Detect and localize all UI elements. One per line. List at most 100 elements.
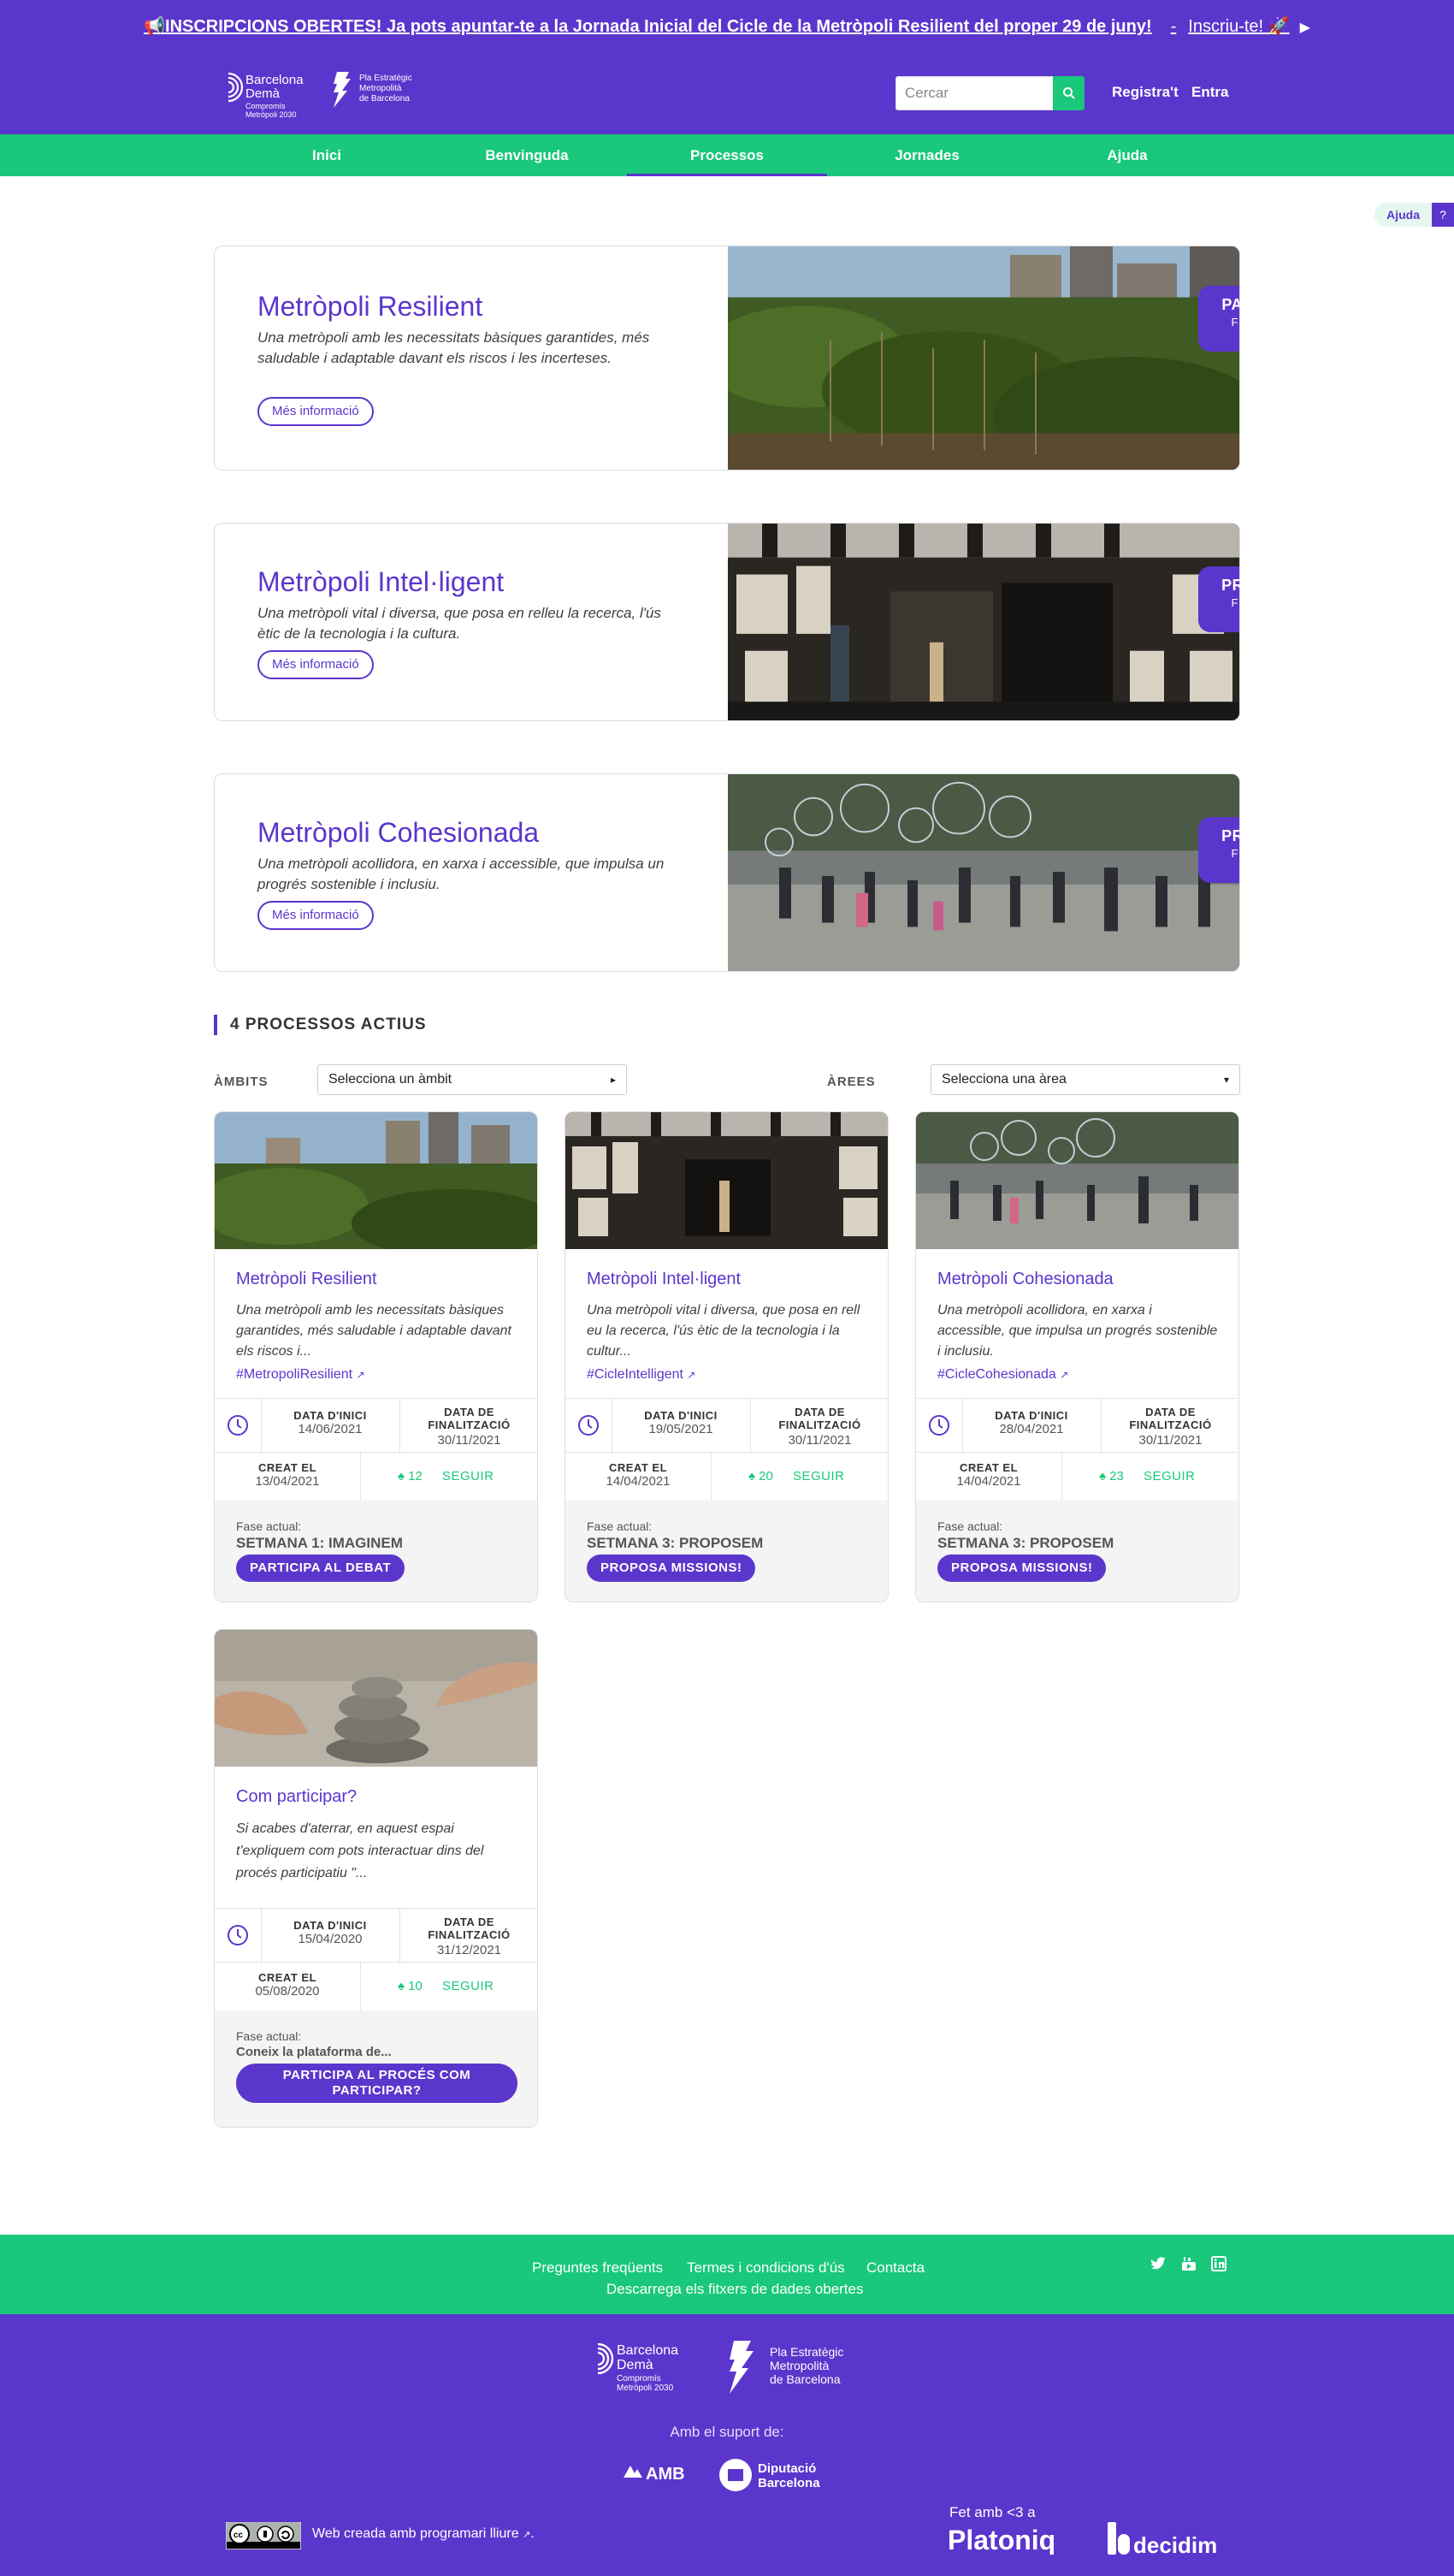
nav-item-inici[interactable]: Inici	[227, 134, 427, 176]
card-title[interactable]: Metròpoli Cohesionada	[937, 1270, 1114, 1289]
card-hashtag[interactable]: #CicleIntelligent ↗	[587, 1367, 695, 1383]
external-link-icon: ↗	[356, 1369, 365, 1381]
hero-title[interactable]: Metròpoli Intel·ligent	[257, 566, 504, 598]
announcement-text[interactable]: 📢INSCRIPCIONS OBERTES! Ja pots apuntar-t…	[144, 17, 1152, 36]
contact-link[interactable]: Contacta	[866, 2259, 925, 2277]
help-label[interactable]: Ajuda	[1374, 203, 1432, 227]
amb-logo[interactable]: AMB	[622, 2461, 689, 2486]
follow-button[interactable]: SEGUIR	[442, 1979, 494, 1993]
scope-select[interactable]: Selecciona un àmbit ▸	[317, 1064, 627, 1095]
cta-phase: Fase actual: SETMANA 3: PROPOSEM	[1231, 847, 1239, 860]
follow-button[interactable]: SEGUIR	[793, 1469, 845, 1483]
youtube-icon[interactable]	[1180, 2255, 1197, 2272]
propose-missions-button[interactable]: PROPOSA MISSIONS!	[937, 1554, 1107, 1582]
more-info-button[interactable]: Més informació	[257, 397, 374, 426]
footer-pe-line1: Pla Estratègic	[770, 2345, 843, 2359]
diputacio-barcelona-logo[interactable]: Diputació Barcelona	[718, 2457, 826, 2493]
nav-item-processos[interactable]: Processos	[627, 134, 827, 176]
footer-bd-line3: Compromís	[617, 2374, 661, 2384]
barcelona-dema-mark	[228, 72, 244, 103]
footer-pla-estrategic-logo[interactable]: Pla Estratègic Metropolità de Barcelona	[725, 2339, 854, 2395]
login-link[interactable]: Entra	[1191, 84, 1228, 101]
hero-image-exhibition[interactable]	[728, 524, 1240, 720]
hero-title[interactable]: Metròpoli Resilient	[257, 291, 482, 323]
nav-item-jornades[interactable]: Jornades	[827, 134, 1027, 176]
linkedin-icon[interactable]	[1210, 2255, 1227, 2272]
more-info-button[interactable]: Més informació	[257, 650, 374, 679]
card-image-bubbles[interactable]	[916, 1112, 1239, 1249]
end-date-label: DATA DE FINALITZACIÓ	[1101, 1406, 1238, 1431]
follow-button[interactable]: SEGUIR	[1144, 1469, 1196, 1483]
hero-title[interactable]: Metròpoli Cohesionada	[257, 817, 539, 849]
end-date-label-1: DATA DE	[1145, 1406, 1196, 1418]
card-stats: CREAT EL 13/04/2021 ♠ 12 SEGUIR	[215, 1453, 537, 1502]
play-icon[interactable]: ▶	[1300, 21, 1310, 35]
hero-image-bubbles[interactable]	[728, 774, 1240, 971]
card-title[interactable]: Metròpoli Intel·ligent	[587, 1270, 741, 1289]
card-image-garden[interactable]	[215, 1112, 538, 1249]
footer-bd-line1: Barcelona	[617, 2343, 678, 2358]
card-image-exhibition[interactable]	[565, 1112, 889, 1249]
propose-missions-button[interactable]: PROPOSA MISSIONS!	[587, 1554, 756, 1582]
hero-card-intelligent: Metròpoli Intel·ligent Una metròpoli vit…	[214, 523, 1240, 721]
propose-missions-cta[interactable]: PROPOSA MISSIONS! Fase actual: SETMANA 3…	[1198, 566, 1239, 632]
end-date-label-2: FINALITZACIÓ	[1129, 1418, 1212, 1431]
amb-mark	[624, 2466, 642, 2478]
card-hashtag-text[interactable]: #CicleCohesionada	[937, 1367, 1056, 1382]
hero-content: Metròpoli Resilient Una metròpoli amb le…	[215, 246, 728, 470]
decidim-logo[interactable]: decidim	[1106, 2519, 1229, 2558]
card-title[interactable]: Com participar?	[236, 1787, 357, 1807]
card-hashtag[interactable]: #CicleCohesionada ↗	[937, 1367, 1068, 1383]
search-input[interactable]	[895, 76, 1053, 110]
follow-button[interactable]: SEGUIR	[442, 1469, 494, 1483]
faq-link[interactable]: Preguntes freqüents	[532, 2259, 663, 2277]
cta-title[interactable]: PROPOSA MISSIONS!	[1207, 827, 1239, 845]
card-hashtag[interactable]: #MetropoliResilient ↗	[236, 1367, 365, 1383]
help-tab[interactable]: Ajuda ?	[1374, 203, 1454, 227]
hero-image-garden[interactable]	[728, 246, 1240, 470]
register-link[interactable]: Registra't	[1112, 84, 1179, 101]
card-phase: Fase actual: SETMANA 1: IMAGINEM PARTICI…	[215, 1501, 537, 1602]
card-title[interactable]: Metròpoli Resilient	[236, 1270, 377, 1289]
footer-barcelona-dema-logo[interactable]: Barcelona Demà Compromís Metròpoli 2030	[594, 2339, 694, 2395]
card-description: Una metròpoli acollidora, en xarxa i acc…	[937, 1303, 1218, 1359]
participate-debate-cta[interactable]: PARTICIPA AL DEBAT Fase actual: SETMANA …	[1198, 286, 1239, 352]
hero-content: Metròpoli Intel·ligent Una metròpoli vit…	[215, 524, 728, 720]
clock-icon	[578, 1415, 599, 1436]
end-date-label-2: FINALITZACIÓ	[778, 1418, 861, 1431]
phase-label: Fase actual:	[937, 1519, 1003, 1533]
more-info-button[interactable]: Més informació	[257, 901, 374, 930]
creative-commons-icon[interactable]: cc	[226, 2522, 301, 2549]
start-date-value: 19/05/2021	[648, 1422, 713, 1436]
scope-filter-label: ÀMBITS	[214, 1075, 269, 1089]
end-date-label: DATA DE FINALITZACIÓ	[399, 1406, 537, 1431]
area-select[interactable]: Selecciona una àrea ▾	[931, 1064, 1240, 1095]
process-card-intelligent: Metròpoli Intel·ligent Una metròpoli vit…	[564, 1111, 889, 1602]
announcement-register-link[interactable]: Inscriu-te! 🚀	[1188, 17, 1289, 36]
nav-item-benvinguda[interactable]: Benvinguda	[427, 134, 627, 176]
followers-icon: ♠	[398, 1979, 405, 1993]
terms-link[interactable]: Termes i condicions d'ús	[687, 2259, 845, 2277]
participate-how-to-button[interactable]: PARTICIPA AL PROCÉS COM PARTICIPAR?	[236, 2064, 517, 2103]
open-data-link[interactable]: Descarrega els fitxers de dades obertes	[606, 2281, 864, 2298]
card-hashtag-text[interactable]: #CicleIntelligent	[587, 1367, 683, 1382]
hero-card-cohesionada: Metròpoli Cohesionada Una metròpoli acol…	[214, 773, 1240, 972]
participate-debate-button[interactable]: PARTICIPA AL DEBAT	[236, 1554, 405, 1582]
card-image-stones[interactable]	[215, 1630, 538, 1767]
external-link-icon: ↗	[1060, 1369, 1069, 1381]
barcelona-dema-logo[interactable]: Barcelona Demà Compromís Metròpoli 2030	[225, 68, 319, 121]
twitter-icon[interactable]	[1150, 2255, 1167, 2272]
propose-missions-cta[interactable]: PROPOSA MISSIONS! Fase actual: SETMANA 3…	[1198, 817, 1239, 883]
svg-text:cc: cc	[233, 2531, 244, 2540]
pla-estrategic-logo[interactable]: Pla Estratègic Metropolità de Barcelona	[330, 70, 416, 110]
free-software-link[interactable]: programari lliure	[420, 2526, 519, 2541]
cta-title[interactable]: PARTICIPA AL DEBAT	[1207, 296, 1239, 314]
start-date-label: DATA D'INICI	[995, 1409, 1068, 1422]
card-hashtag-text[interactable]: #MetropoliResilient	[236, 1367, 352, 1382]
cta-title[interactable]: PROPOSA MISSIONS!	[1207, 577, 1239, 595]
logo-pe-line1: Pla Estratègic	[359, 74, 412, 83]
help-question-icon[interactable]: ?	[1432, 203, 1454, 227]
nav-item-ajuda[interactable]: Ajuda	[1027, 134, 1227, 176]
platoniq-logo[interactable]: Platoniq	[948, 2524, 1073, 2555]
search-button[interactable]	[1053, 76, 1085, 110]
